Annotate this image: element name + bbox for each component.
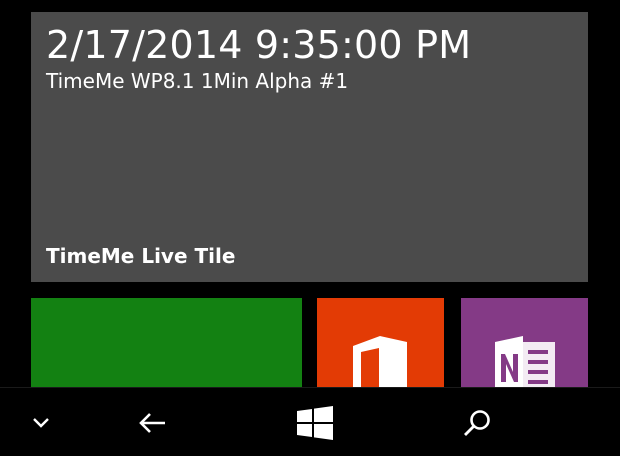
tile-datetime: 2/17/2014 9:35:00 PM bbox=[46, 23, 472, 67]
start-button[interactable] bbox=[290, 388, 340, 456]
windows-logo-icon bbox=[297, 405, 333, 440]
green-tile[interactable] bbox=[31, 298, 302, 398]
search-icon bbox=[464, 409, 490, 436]
back-arrow-icon bbox=[139, 412, 165, 433]
phone-screen: 2/17/2014 9:35:00 PM TimeMe WP8.1 1Min A… bbox=[0, 0, 620, 456]
search-button[interactable] bbox=[452, 388, 502, 456]
back-button[interactable] bbox=[126, 388, 178, 456]
office-tile[interactable] bbox=[317, 298, 444, 398]
onenote-icon bbox=[495, 336, 555, 398]
tile-subtitle: TimeMe WP8.1 1Min Alpha #1 bbox=[46, 69, 349, 93]
office-icon bbox=[353, 336, 407, 398]
navigation-bar bbox=[0, 387, 620, 456]
chevron-down-icon bbox=[33, 417, 49, 428]
timeme-live-tile[interactable]: 2/17/2014 9:35:00 PM TimeMe WP8.1 1Min A… bbox=[31, 12, 588, 282]
expand-button[interactable] bbox=[20, 388, 62, 456]
tile-app-name: TimeMe Live Tile bbox=[46, 244, 236, 268]
onenote-tile[interactable] bbox=[461, 298, 588, 398]
